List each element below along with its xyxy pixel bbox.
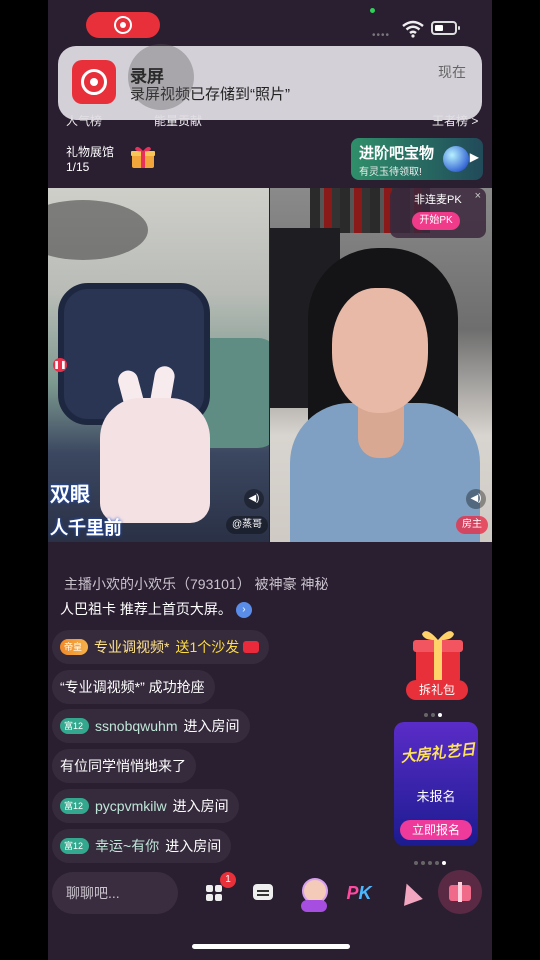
video-overlay-text: 人千里前 <box>50 518 122 538</box>
chat-username[interactable]: ssnobqwuhm <box>95 718 178 734</box>
chat-username[interactable]: 专业调视频* <box>94 637 169 657</box>
touch-indicator <box>128 44 194 110</box>
system-message: 主播小欢的小欢乐（793101） 被神豪 神秘 人巴祖卡 推荐上首页大屏。 › <box>60 572 380 622</box>
promo-title: 进阶吧宝物 <box>359 145 435 162</box>
promo-arrow-icon: ▶ <box>469 150 479 164</box>
screen-recording-app-icon <box>72 60 116 104</box>
screen-recording-notification[interactable]: 录屏 录屏视频已存储到“照片” 现在 <box>58 46 482 120</box>
start-pk-button[interactable]: 开始PK <box>412 212 460 230</box>
avatar-icon[interactable] <box>294 874 332 912</box>
wifi-icon <box>402 20 424 38</box>
gift-box-icon[interactable] <box>130 144 156 170</box>
pk-icon[interactable]: PK <box>340 874 378 912</box>
rich-level-badge: 富12 <box>60 838 90 854</box>
host-face-shape <box>332 288 428 413</box>
close-icon[interactable]: × <box>475 190 481 202</box>
chat-message[interactable]: 富12 幸运~有你 进入房间 <box>52 829 232 863</box>
chat-text: 送1个沙发 <box>175 639 240 655</box>
sofa-gift-icon <box>243 641 260 653</box>
signal-icon: •••• <box>372 30 391 41</box>
video-overlay-text: 双眼 <box>50 484 90 506</box>
message-icon[interactable] <box>244 874 282 912</box>
system-message-line1: 主播小欢的小欢乐（793101） 被神豪 神秘 <box>64 576 329 592</box>
gift-pack-icon[interactable] <box>412 626 464 684</box>
gem-icon <box>443 146 469 172</box>
register-now-button[interactable]: 立即报名 <box>400 820 472 840</box>
chat-message[interactable]: 富12 ssnobqwuhm 进入房间 <box>52 709 250 743</box>
chat-message: 有位同学悄悄地来了 <box>52 749 196 783</box>
pk-panel-title: 非连麦PK <box>414 194 462 206</box>
host-video-stream[interactable]: 非连麦PK × 开始PK ◀) 房主 <box>270 188 492 542</box>
lamp-shape <box>48 200 148 260</box>
chat-text: 进入房间 <box>183 718 240 734</box>
bunny-pillow-shape <box>100 398 210 523</box>
battery-icon <box>431 21 460 35</box>
guest-video-stream[interactable]: ❚❚ 双眼 人千里前 ◀) @蒸哥 <box>48 188 269 542</box>
chat-message[interactable]: 富12 pycpvmkilw 进入房间 <box>52 789 239 823</box>
chat-input[interactable]: 聊聊吧... <box>52 872 178 914</box>
promo-subtitle: 有灵玉待领取! <box>359 167 422 178</box>
chat-message-gift[interactable]: 帝皇 专业调视频* 送1个沙发 <box>52 630 270 664</box>
gift-gallery-count: 1/15 <box>66 160 90 174</box>
guest-name-tag[interactable]: @蒸哥 <box>226 516 269 534</box>
host-tag: 房主 <box>456 516 488 534</box>
event-title: 大房礼艺日 <box>399 741 477 766</box>
camera-in-use-dot <box>370 8 375 13</box>
record-icon <box>114 16 132 34</box>
paper-crane-icon[interactable] <box>390 874 428 912</box>
emperor-badge: 帝皇 <box>60 639 89 655</box>
notification-time: 现在 <box>438 64 466 80</box>
rich-level-badge: 富12 <box>60 798 90 814</box>
pause-icon: ❚❚ <box>53 358 67 372</box>
gift-gallery-title[interactable]: 礼物展馆 <box>66 143 114 160</box>
event-status: 未报名 <box>416 789 456 804</box>
chat-text: 有位同学悄悄地来了 <box>60 758 186 774</box>
chat-text: 进入房间 <box>165 838 222 854</box>
volume-icon[interactable]: ◀) <box>244 489 264 509</box>
chat-message: “专业调视频*” 成功抢座 <box>52 670 215 704</box>
home-indicator[interactable] <box>192 944 350 949</box>
rich-level-badge: 富12 <box>60 718 90 734</box>
chat-username[interactable]: 幸运~有你 <box>95 836 159 856</box>
live-room-screen: •••• 人气榜 能量贡献 王者榜 > 录屏 录屏视频已存储到“照片” 现在 礼… <box>48 0 492 960</box>
pk-panel: 非连麦PK × 开始PK <box>390 188 486 238</box>
open-gift-pack-button[interactable]: 拆礼包 <box>406 680 468 700</box>
gift-pager-dots <box>424 704 468 717</box>
arrow-right-icon[interactable]: › <box>235 602 252 619</box>
volume-icon[interactable]: ◀) <box>466 489 486 509</box>
event-pager-dots <box>414 852 474 865</box>
advance-treasure-promo[interactable]: 进阶吧宝物 有灵玉待领取! ▶ <box>351 138 483 180</box>
event-card[interactable]: 大房礼艺日 未报名 立即报名 <box>394 722 478 846</box>
chat-text: 进入房间 <box>172 798 229 814</box>
gift-icon[interactable] <box>438 870 482 914</box>
screen-recording-indicator[interactable] <box>86 12 160 38</box>
system-message-line2: 人巴祖卡 推荐上首页大屏。 › <box>60 597 380 622</box>
chat-text: “专业调视频*” 成功抢座 <box>60 679 205 695</box>
chat-username[interactable]: pycpvmkilw <box>95 798 167 814</box>
apps-badge: 1 <box>220 872 236 888</box>
